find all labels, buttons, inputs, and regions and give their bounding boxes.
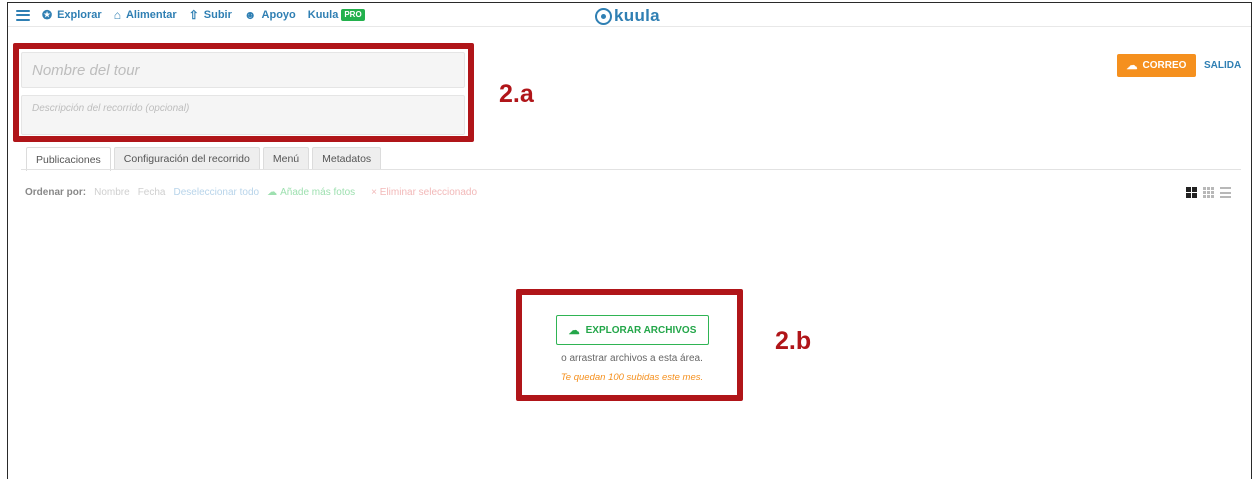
add-photos-link[interactable]: ☁ Añade más fotos xyxy=(267,187,363,198)
top-navigation-bar: ✪ Explorar ⌂ Alimentar ⇧ Subir ☻ Apoyo K… xyxy=(8,3,1251,27)
nav-item-apoyo[interactable]: ☻ Apoyo xyxy=(244,9,296,21)
tab-configuracion[interactable]: Configuración del recorrido xyxy=(113,147,260,170)
nav-item-subir[interactable]: ⇧ Subir xyxy=(189,9,232,21)
highlight-box-a xyxy=(13,43,474,142)
annotation-label-a: 2.a xyxy=(499,80,534,108)
nav-item-label: Subir xyxy=(203,9,232,21)
logo-circle-icon xyxy=(595,7,612,25)
upload-icon: ⇧ xyxy=(188,8,199,22)
nav-item-alimentar[interactable]: ⌂ Alimentar xyxy=(114,9,177,21)
sort-by-name[interactable]: Nombre xyxy=(94,187,130,198)
tab-menu[interactable]: Menú xyxy=(262,147,310,170)
correo-button[interactable]: ☁ CORREO xyxy=(1117,54,1196,77)
support-icon: ☻ xyxy=(243,8,257,22)
salida-link[interactable]: SALIDA xyxy=(1204,60,1241,71)
nav-item-label: Explorar xyxy=(57,9,102,21)
sort-by-date[interactable]: Fecha xyxy=(138,187,166,198)
tab-divider xyxy=(21,169,1241,170)
compass-icon: ✪ xyxy=(42,8,53,22)
cloud-upload-icon: ☁ xyxy=(1126,60,1138,72)
pro-badge: PRO xyxy=(341,9,365,21)
highlight-box-b xyxy=(516,289,743,401)
tab-bar: Publicaciones Configuración del recorrid… xyxy=(26,147,384,171)
correo-label: CORREO xyxy=(1142,60,1187,71)
tab-publicaciones[interactable]: Publicaciones xyxy=(26,147,111,171)
annotation-label-b: 2.b xyxy=(775,327,812,355)
main-nav: ✪ Explorar ⌂ Alimentar ⇧ Subir ☻ Apoyo K… xyxy=(16,7,377,23)
nav-item-label: Kuula xyxy=(307,9,339,21)
remove-selected-link[interactable]: × Eliminar seleccionado xyxy=(371,187,477,198)
small-grid-view-icon[interactable] xyxy=(1203,187,1214,198)
kuula-logo[interactable]: kuula xyxy=(595,6,660,26)
sort-toolbar: Ordenar por: Nombre Fecha Deseleccionar … xyxy=(25,187,485,198)
hamburger-menu-icon[interactable] xyxy=(16,9,30,21)
nav-item-label: Alimentar xyxy=(125,9,177,21)
nav-item-label: Apoyo xyxy=(261,9,296,21)
cloud-upload-icon: ☁ xyxy=(267,187,278,198)
large-grid-view-icon[interactable] xyxy=(1186,187,1197,198)
order-by-label: Ordenar por: xyxy=(25,187,87,198)
logo-text: kuula xyxy=(614,6,660,25)
deselect-all-link[interactable]: Deseleccionar todo xyxy=(174,187,260,198)
nav-item-kuula-pro[interactable]: Kuula PRO xyxy=(308,9,365,21)
add-photos-label: Añade más fotos xyxy=(280,187,356,198)
home-icon: ⌂ xyxy=(113,8,121,22)
view-mode-switcher xyxy=(1180,187,1231,198)
list-view-icon[interactable] xyxy=(1220,187,1231,198)
nav-item-explorar[interactable]: ✪ Explorar xyxy=(42,9,102,21)
tab-metadatos[interactable]: Metadatos xyxy=(312,147,382,170)
